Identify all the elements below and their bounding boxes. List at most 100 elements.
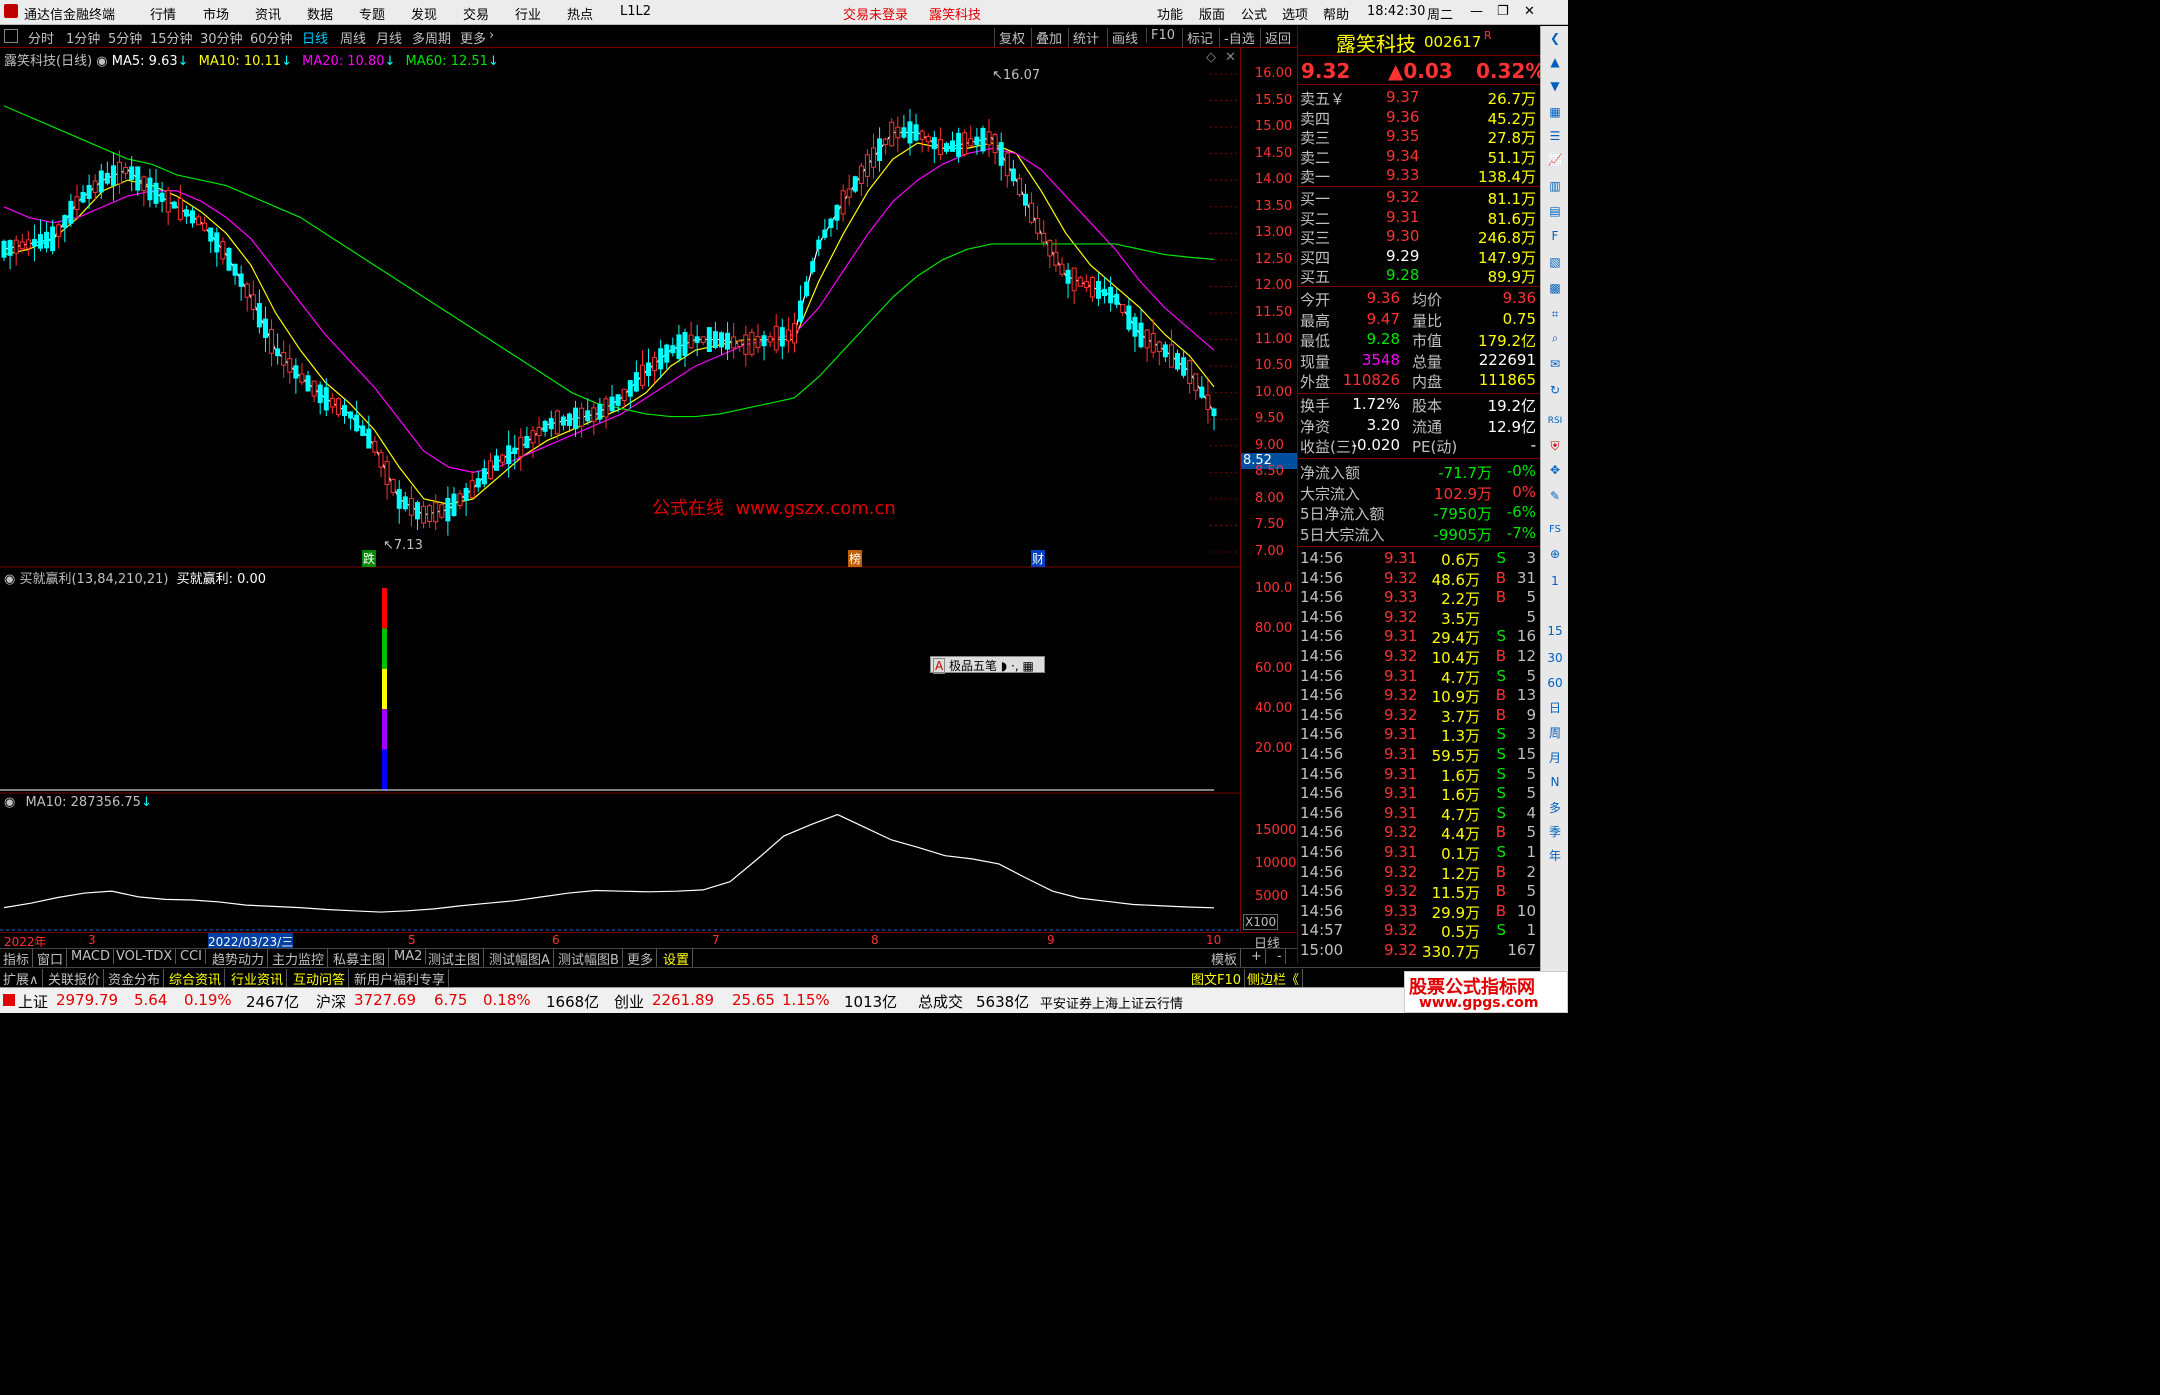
period-60min[interactable]: 60分钟	[250, 28, 293, 47]
menu-bangzhu[interactable]: 帮助	[1323, 4, 1349, 23]
shield-icon[interactable]: ⛨	[1545, 436, 1565, 456]
btn-template[interactable]: 模板	[1208, 949, 1242, 968]
menu-shuju[interactable]: 数据	[307, 4, 333, 23]
minimize-icon[interactable]: —	[1470, 4, 1483, 19]
close-chart-icon[interactable]: ✕	[1225, 50, 1236, 65]
btn-diejia[interactable]: 叠加	[1031, 28, 1062, 47]
refresh-icon[interactable]: ↻	[1545, 380, 1565, 400]
chart-icon[interactable]: ▧	[1545, 252, 1565, 272]
period-fenshi[interactable]: 分时	[28, 28, 54, 47]
tab-guanlian[interactable]: 关联报价	[45, 969, 105, 988]
tab-cci[interactable]: CCI	[177, 949, 206, 964]
rsi-icon[interactable]: RSI	[1545, 411, 1565, 431]
login-status[interactable]: 交易未登录	[843, 4, 908, 23]
period-year-icon[interactable]: 年	[1545, 846, 1565, 866]
btn-zoom-in[interactable]: +	[1248, 949, 1266, 964]
tab-hudong[interactable]: 互动问答	[290, 969, 350, 988]
period-more[interactable]: 更多	[460, 28, 486, 47]
btn-fuquan[interactable]: 复权	[994, 28, 1025, 47]
dot-icon[interactable]: ·,	[1011, 659, 1019, 673]
tab-ceshia[interactable]: 测试幅图A	[486, 949, 554, 968]
menu-l1l2[interactable]: L1L2	[620, 4, 651, 19]
btn-huaxian[interactable]: 画线	[1107, 28, 1138, 47]
restore-icon[interactable]: ❐	[1497, 4, 1509, 19]
menu-redian[interactable]: 热点	[567, 4, 593, 23]
tab-more[interactable]: 更多	[624, 949, 658, 968]
event-marker-cai[interactable]: 财	[1031, 550, 1046, 567]
candle-icon[interactable]: ▥	[1545, 176, 1565, 196]
menu-jiaoyi[interactable]: 交易	[463, 4, 489, 23]
event-marker-die[interactable]: 跌	[362, 550, 377, 567]
menu-zhuanti[interactable]: 专题	[359, 4, 385, 23]
btn-biaoji[interactable]: 标记	[1182, 28, 1213, 47]
f10-icon[interactable]: F	[1545, 226, 1565, 246]
btn-sidebar[interactable]: 侧边栏《	[1244, 969, 1304, 988]
fs-icon[interactable]: FS	[1545, 520, 1565, 540]
menu-xuanxiang[interactable]: 选项	[1282, 4, 1308, 23]
menu-shichang[interactable]: 市场	[203, 4, 229, 23]
toggle-icon[interactable]: ◉	[4, 572, 15, 587]
period-30-icon[interactable]: 30	[1545, 648, 1565, 668]
tab-ma2[interactable]: MA2	[391, 949, 427, 964]
tab-simu[interactable]: 私募主图	[330, 949, 390, 968]
tab-zhibiao[interactable]: 指标	[0, 949, 34, 968]
kline-chart[interactable]	[0, 48, 1240, 933]
trend-icon[interactable]: 📈	[1545, 150, 1565, 170]
period-weekly[interactable]: 周线	[340, 28, 366, 47]
menu-zixun[interactable]: 资讯	[255, 4, 281, 23]
period-multi[interactable]: 多周期	[412, 28, 451, 47]
tab-qushi[interactable]: 趋势动力	[209, 949, 269, 968]
pen-icon[interactable]: ✎	[1545, 486, 1565, 506]
period-1min[interactable]: 1分钟	[66, 28, 100, 47]
tab-settings[interactable]: 设置	[660, 949, 694, 968]
event-marker-bang[interactable]: 榜	[848, 550, 863, 567]
tab-vol-tdx[interactable]: VOL-TDX	[113, 949, 177, 964]
tab-ceshib[interactable]: 测试幅图B	[555, 949, 623, 968]
calendar-icon[interactable]: ▦	[1545, 102, 1565, 122]
tab-macd[interactable]: MACD	[68, 949, 114, 964]
tab-hangye[interactable]: 行业资讯	[228, 969, 288, 988]
ime-a-icon[interactable]: A	[933, 658, 946, 674]
btn-zoom-out[interactable]: -	[1274, 949, 1286, 964]
btn-tongji[interactable]: 统计	[1068, 28, 1099, 47]
menu-hangye[interactable]: 行业	[515, 4, 541, 23]
period-day-icon[interactable]: 日	[1545, 698, 1565, 718]
period-daily[interactable]: 日线	[302, 28, 328, 47]
tab-kuozhan[interactable]: 扩展∧	[0, 969, 43, 988]
diamond-icon[interactable]: ◇	[1206, 50, 1216, 65]
btn-f10[interactable]: F10	[1146, 28, 1175, 43]
toggle-icon[interactable]: ◉	[96, 54, 107, 69]
close-icon[interactable]: ✕	[1524, 4, 1535, 19]
moon-icon[interactable]: ◗	[1001, 659, 1007, 673]
plus-icon[interactable]: ⊕	[1545, 544, 1565, 564]
list-icon[interactable]: ☰	[1545, 126, 1565, 146]
chart-area[interactable]: 露笑科技(日线) ◉ MA5: 9.63↓ MA10: 10.11↓ MA20:…	[0, 48, 1240, 933]
ime-name[interactable]: 极品五笔	[949, 659, 997, 673]
period-n-icon[interactable]: N	[1545, 772, 1565, 792]
menu-banmian[interactable]: 版面	[1199, 4, 1225, 23]
period-multi-icon[interactable]: 多	[1545, 798, 1565, 818]
ime-widget[interactable]: A 极品五笔 ◗ ·, ▦	[930, 656, 1045, 674]
arrow-up-icon[interactable]: ▲	[1545, 52, 1565, 72]
cy-label[interactable]: 创业	[614, 991, 644, 1012]
code-icon[interactable]: ⌗	[1545, 304, 1565, 324]
hs-label[interactable]: 沪深	[316, 991, 346, 1012]
period-30min[interactable]: 30分钟	[200, 28, 243, 47]
period-1-icon[interactable]: 1	[1545, 571, 1565, 591]
sh-label[interactable]: 上证	[18, 991, 48, 1012]
period-15min[interactable]: 15分钟	[150, 28, 193, 47]
zoom-icon[interactable]: ⌕	[1545, 328, 1565, 348]
mail-icon[interactable]: ✉	[1545, 354, 1565, 374]
tab-zonghe[interactable]: 综合资讯	[166, 969, 226, 988]
tab-zijin[interactable]: 资金分布	[105, 969, 165, 988]
btn-fanhui[interactable]: 返回	[1260, 28, 1291, 47]
grid-icon[interactable]: ▩	[1545, 278, 1565, 298]
period-60-icon[interactable]: 60	[1545, 673, 1565, 693]
chart-menu-icon[interactable]	[4, 29, 18, 43]
move-icon[interactable]: ✥	[1545, 460, 1565, 480]
btn-tuwen[interactable]: 图文F10	[1188, 969, 1246, 988]
period-15-icon[interactable]: 15	[1545, 621, 1565, 641]
report-icon[interactable]: ▤	[1545, 201, 1565, 221]
toggle-icon[interactable]: ◉	[4, 795, 15, 810]
tab-zhuli[interactable]: 主力监控	[269, 949, 329, 968]
